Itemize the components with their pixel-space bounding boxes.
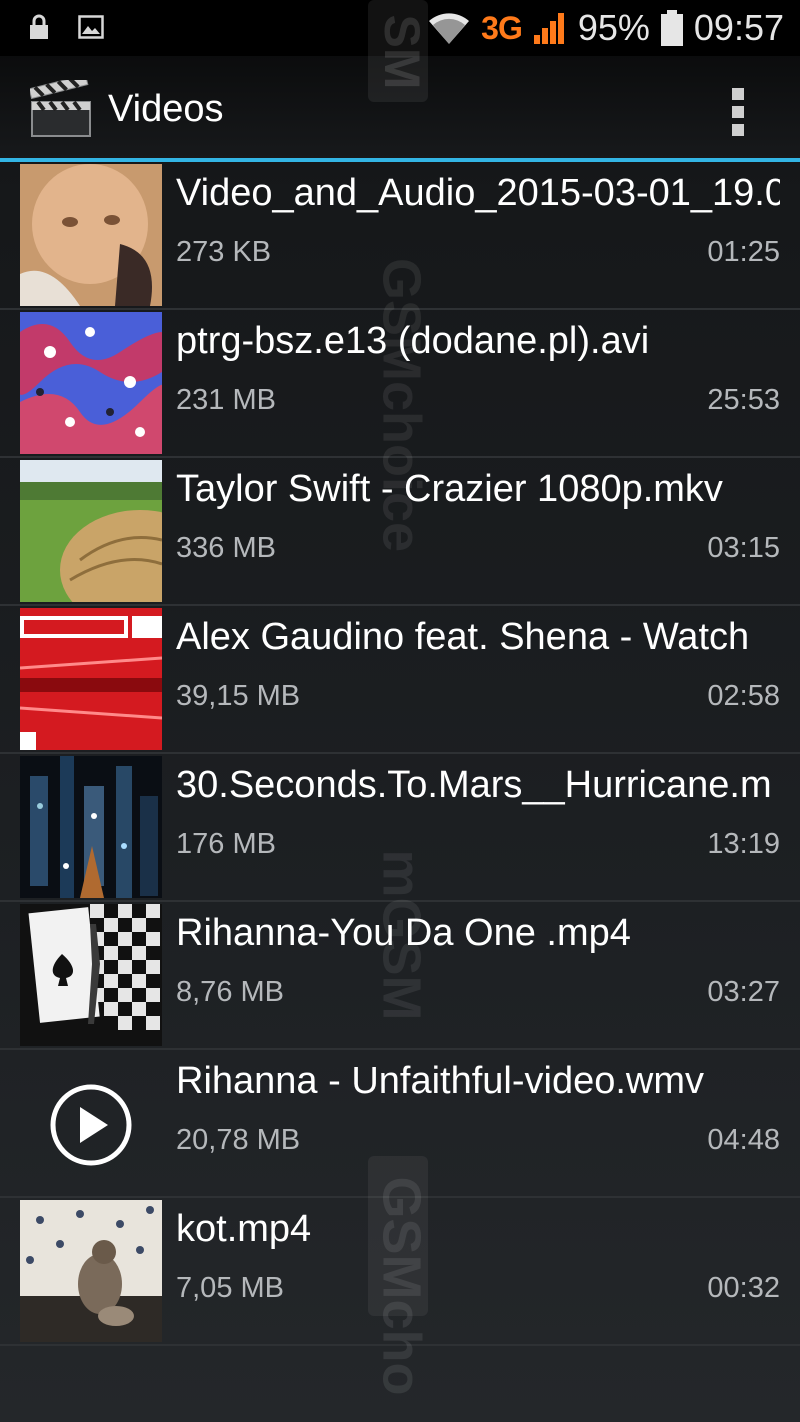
status-bar: 3G 95% 09:57 xyxy=(0,0,800,56)
video-duration: 25:53 xyxy=(707,384,780,416)
wifi-icon xyxy=(429,13,470,44)
video-duration: 13:19 xyxy=(707,828,780,860)
video-item[interactable]: 30.Seconds.To.Mars__Hurricane.m 176 MB 1… xyxy=(0,754,800,902)
video-list: Video_and_Audio_2015-03-01_19.0 273 KB 0… xyxy=(0,162,800,1346)
video-duration: 03:27 xyxy=(707,976,780,1008)
video-item[interactable]: Video_and_Audio_2015-03-01_19.0 273 KB 0… xyxy=(0,162,800,310)
signal-icon xyxy=(533,13,564,44)
video-size: 273 KB xyxy=(176,236,272,268)
video-item[interactable]: kot.mp4 7,05 MB 00:32 xyxy=(0,1198,800,1346)
video-size: 176 MB xyxy=(176,828,276,860)
video-title: kot.mp4 xyxy=(176,1208,312,1250)
video-size: 8,76 MB xyxy=(176,976,284,1008)
video-size: 20,78 MB xyxy=(176,1124,301,1156)
video-thumbnail xyxy=(20,608,162,750)
video-duration: 01:25 xyxy=(707,236,780,268)
video-item[interactable]: Taylor Swift - Crazier 1080p.mkv 336 MB … xyxy=(0,458,800,606)
video-item[interactable]: Rihanna - Unfaithful-video.wmv 20,78 MB … xyxy=(0,1050,800,1198)
clock: 09:57 xyxy=(693,7,784,48)
video-thumbnail xyxy=(20,164,162,306)
video-size: 39,15 MB xyxy=(176,680,301,712)
video-title: Rihanna-You Da One .mp4 xyxy=(176,912,631,954)
lock-icon xyxy=(30,14,48,39)
video-title: Taylor Swift - Crazier 1080p.mkv xyxy=(176,468,723,510)
video-size: 336 MB xyxy=(176,532,276,564)
video-item[interactable]: ptrg-bsz.e13 (dodane.pl).avi 231 MB 25:5… xyxy=(0,310,800,458)
play-icon xyxy=(20,1052,162,1194)
video-duration: 03:15 xyxy=(707,532,780,564)
battery-percent: 95% xyxy=(577,7,650,48)
overflow-menu-icon[interactable] xyxy=(718,82,758,142)
video-title: ptrg-bsz.e13 (dodane.pl).avi xyxy=(176,320,650,362)
video-duration: 02:58 xyxy=(707,680,780,712)
screen: 3G 95% 09:57 Videos Video_and_Audio_2015… xyxy=(0,0,800,1422)
video-thumbnail xyxy=(20,312,162,454)
video-item[interactable]: Alex Gaudino feat. Shena - Watch 39,15 M… xyxy=(0,606,800,754)
video-duration: 00:32 xyxy=(707,1272,780,1304)
battery-icon xyxy=(660,10,683,46)
network-type-label: 3G xyxy=(481,9,523,46)
video-title: Video_and_Audio_2015-03-01_19.0 xyxy=(176,172,780,214)
video-thumbnail xyxy=(20,756,162,898)
video-duration: 04:48 xyxy=(707,1124,780,1156)
video-thumbnail xyxy=(20,1200,162,1342)
video-size: 7,05 MB xyxy=(176,1272,284,1304)
video-item[interactable]: Rihanna-You Da One .mp4 8,76 MB 03:27 xyxy=(0,902,800,1050)
video-thumbnail xyxy=(20,460,162,602)
video-title: Rihanna - Unfaithful-video.wmv xyxy=(176,1060,705,1102)
image-icon xyxy=(78,15,104,39)
video-thumbnail xyxy=(20,904,162,1046)
page-title: Videos xyxy=(108,88,224,130)
video-size: 231 MB xyxy=(176,384,276,416)
clapperboard-icon[interactable] xyxy=(28,74,92,143)
video-title: Alex Gaudino feat. Shena - Watch xyxy=(176,616,750,658)
video-title: 30.Seconds.To.Mars__Hurricane.m xyxy=(176,764,772,806)
